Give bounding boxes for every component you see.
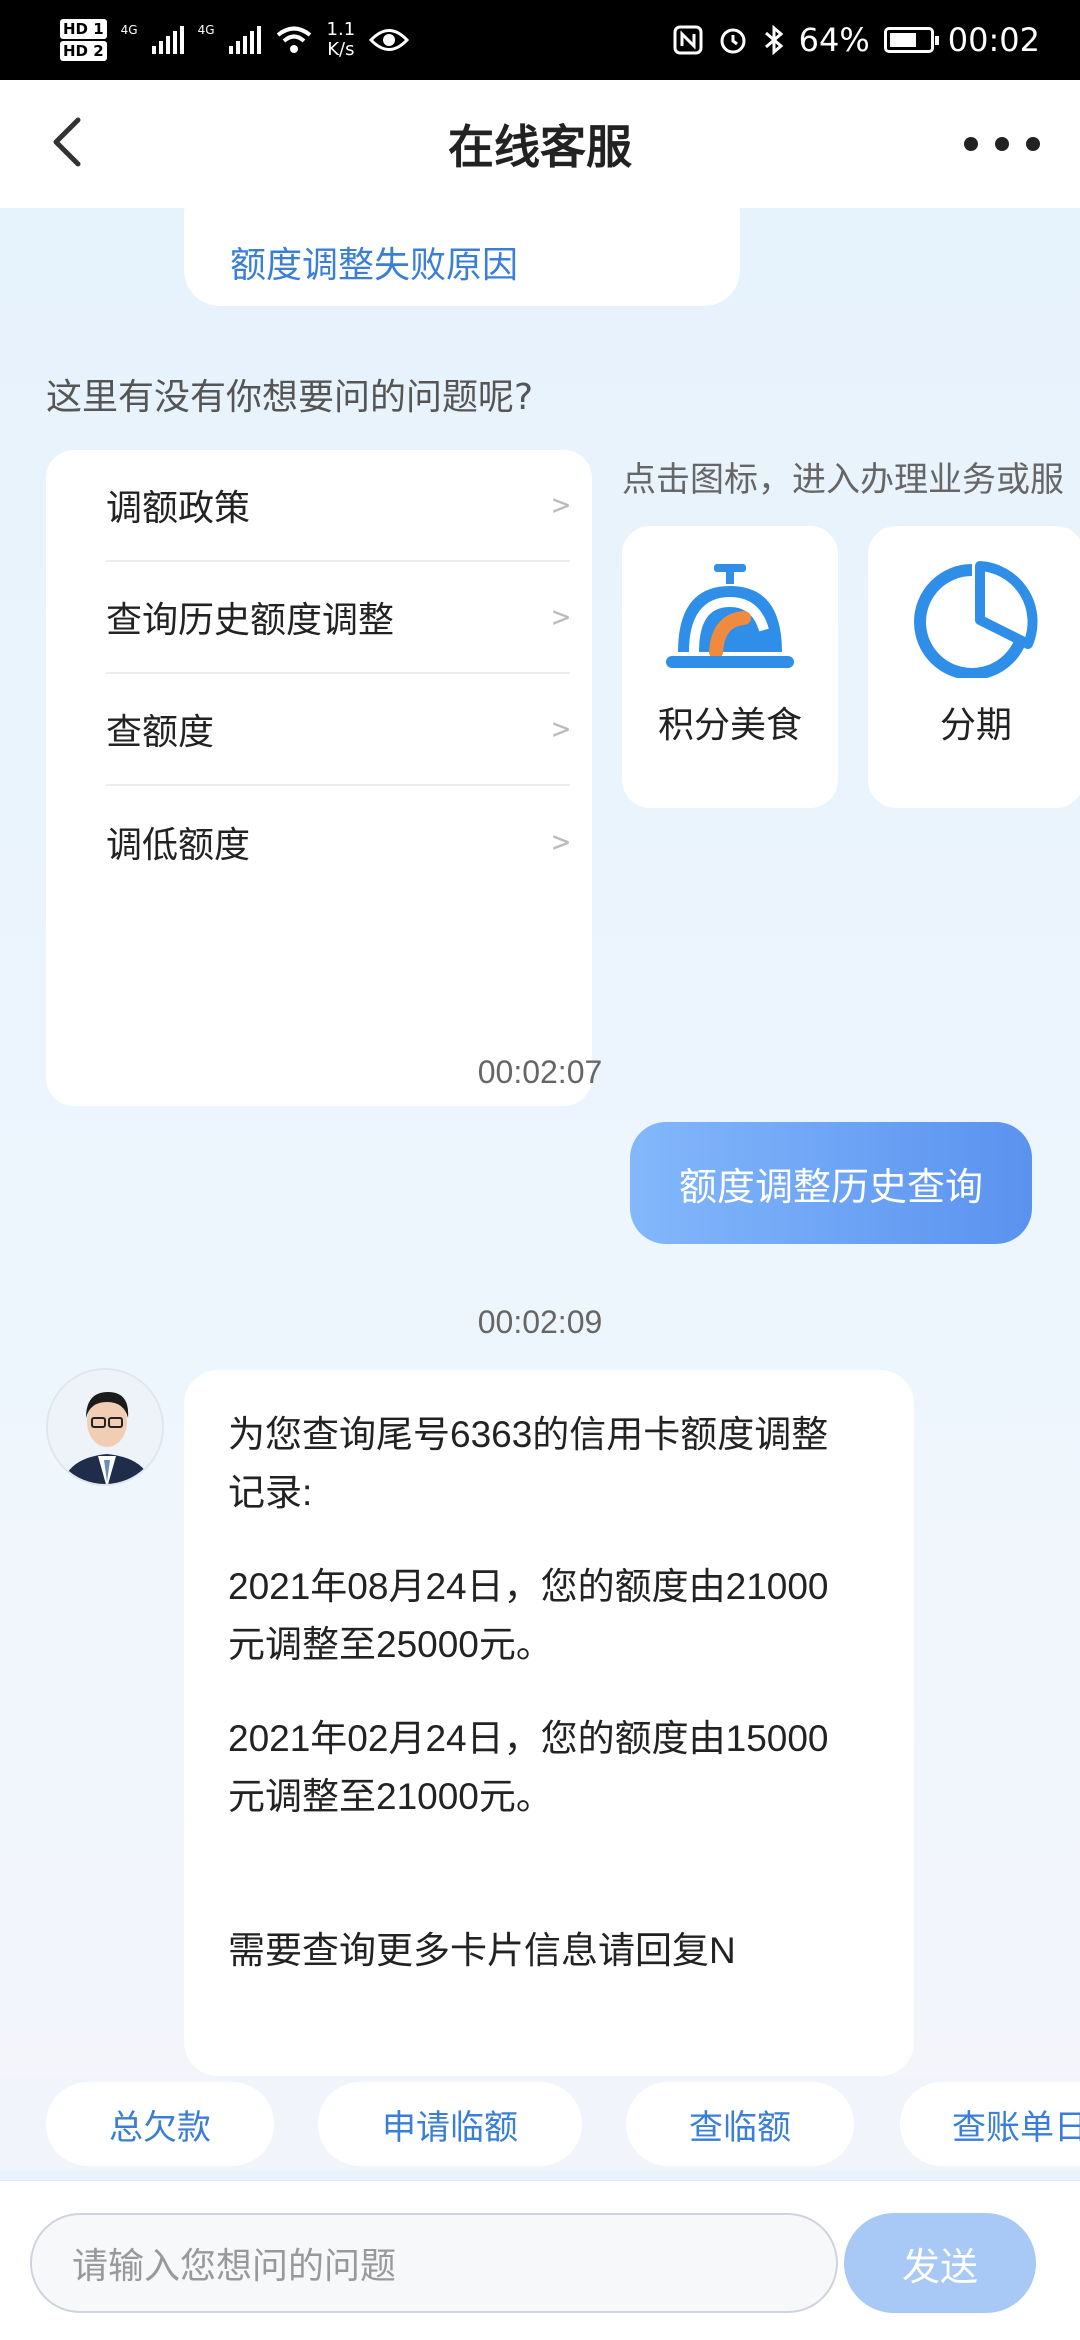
bot-message-line: 元调整至25000元。 <box>228 1624 553 1665</box>
status-bar: HD 1 HD 2 4G 4G 1.1 K/s 64% 00:02 <box>0 0 1080 80</box>
bot-message-bubble: 为您查询尾号6363的信用卡额度调整 记录: 2021年08月24日，您的额度由… <box>184 1370 914 2076</box>
battery-icon <box>883 27 939 53</box>
signal-bars-icon <box>151 26 184 54</box>
faq-item[interactable]: 调低额度 > <box>106 786 570 898</box>
message-timestamp: 00:02:07 <box>477 1054 603 1090</box>
failure-reason-link[interactable]: 额度调整失败原因 <box>230 245 518 286</box>
network-type-2: 4G <box>197 23 215 37</box>
user-message-text: 额度调整历史查询 <box>678 1164 983 1209</box>
nfc-icon <box>673 25 703 55</box>
service-label: 分期 <box>939 705 1012 746</box>
bot-message-line: 需要查询更多卡片信息请回复N <box>228 1930 736 1971</box>
bot-message-line: 2021年02月24日，您的额度由15000 <box>228 1718 829 1759</box>
more-options-icon[interactable] <box>964 116 1040 172</box>
quick-reply-button[interactable]: 查账单日 <box>900 2082 1080 2166</box>
alarm-icon <box>720 28 746 54</box>
bluetooth-icon <box>764 24 783 56</box>
chevron-right-icon: > <box>551 711 570 747</box>
quick-reply-row[interactable]: 总欠款 申请临额 查临额 查账单日 <box>0 2078 1080 2170</box>
hd-indicator: HD 1 HD 2 <box>60 18 107 62</box>
hd2-badge: HD 2 <box>60 41 107 61</box>
quick-reply-button[interactable]: 总欠款 <box>46 2082 274 2166</box>
service-hint: 点击图标，进入办理业务或服 <box>622 460 1064 500</box>
service-card-points-food[interactable]: 积分美食 <box>622 526 838 808</box>
question-prompt: 这里有没有你想要问的问题呢? <box>46 377 534 418</box>
agent-portrait-icon <box>48 1370 162 1484</box>
message-timestamp: 00:02:09 <box>477 1304 603 1340</box>
status-right: 64% 00:02 <box>673 21 1040 59</box>
back-arrow-icon[interactable] <box>40 112 100 172</box>
nav-bar: 在线客服 <box>0 80 1080 208</box>
bot-message-line: 为您查询尾号6363的信用卡额度调整 <box>228 1414 829 1455</box>
speed-value: 1.1 <box>326 19 356 40</box>
hd1-badge: HD 1 <box>60 19 107 39</box>
bot-message-line: 元调整至21000元。 <box>228 1776 553 1817</box>
faq-item-label: 查询历史额度调整 <box>106 600 395 641</box>
message-input-placeholder: 请输入您想问的问题 <box>72 2245 397 2286</box>
chevron-right-icon: > <box>551 824 570 860</box>
chevron-right-icon: > <box>551 487 570 523</box>
service-card-installment[interactable]: 分期 <box>868 526 1080 808</box>
user-message-bubble: 额度调整历史查询 <box>630 1122 1032 1244</box>
message-input[interactable]: 请输入您想问的问题 <box>30 2213 838 2313</box>
wifi-icon <box>276 26 311 53</box>
faq-item-label: 调低额度 <box>106 825 251 866</box>
previous-bot-bubble: 额度调整失败原因 <box>184 208 740 306</box>
faq-item[interactable]: 调额政策 > <box>106 450 570 562</box>
faq-item[interactable]: 查询历史额度调整 > <box>106 562 570 674</box>
network-speed: 1.1 K/s <box>327 20 356 60</box>
service-bell-icon <box>666 564 794 668</box>
bot-message-line: 2021年08月24日，您的额度由21000 <box>228 1566 829 1607</box>
faq-item-label: 查额度 <box>106 712 215 753</box>
page-title: 在线客服 <box>448 120 632 174</box>
quick-reply-button[interactable]: 申请临额 <box>318 2082 582 2166</box>
chat-area[interactable]: 额度调整失败原因 这里有没有你想要问的问题呢? 调额政策 > 查询历史额度调整 … <box>0 208 1080 2078</box>
input-bar: 请输入您想问的问题 发送 <box>0 2180 1080 2340</box>
chevron-right-icon: > <box>551 599 570 635</box>
battery-percent: 64% <box>798 21 870 59</box>
status-left: HD 1 HD 2 4G 4G 1.1 K/s <box>60 18 410 62</box>
clock: 00:02 <box>947 21 1040 59</box>
eye-icon <box>369 29 410 51</box>
send-button[interactable]: 发送 <box>844 2213 1036 2313</box>
service-label: 积分美食 <box>657 705 802 746</box>
faq-item-label: 调额政策 <box>106 488 251 529</box>
pie-chart-icon <box>914 561 1038 678</box>
faq-item[interactable]: 查额度 > <box>106 674 570 786</box>
faq-card: 调额政策 > 查询历史额度调整 > 查额度 > 调低额度 > <box>46 450 592 1106</box>
speed-unit: K/s <box>327 39 355 60</box>
agent-avatar <box>46 1368 164 1486</box>
network-type-1: 4G <box>120 23 138 37</box>
quick-reply-button[interactable]: 查临额 <box>626 2082 854 2166</box>
signal-bars-2-icon <box>228 26 261 54</box>
bot-message-line: 记录: <box>228 1472 313 1513</box>
